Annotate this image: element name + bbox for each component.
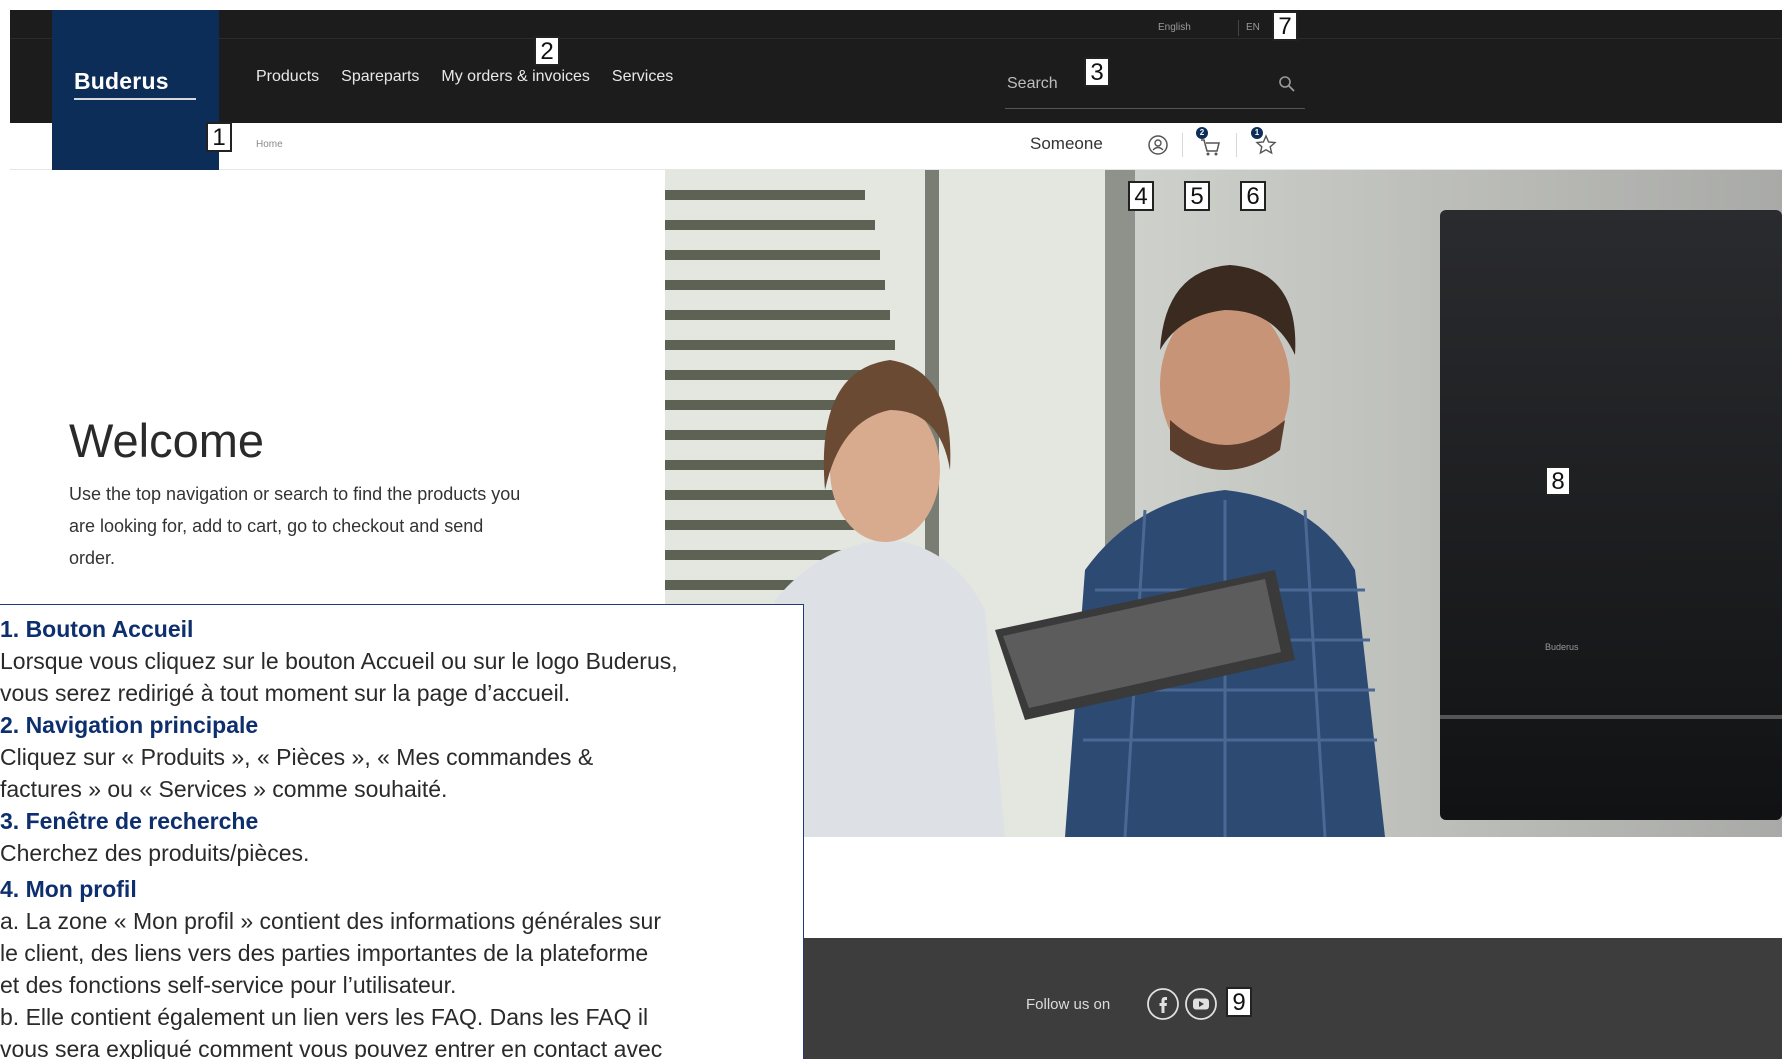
home-logo-button[interactable]: Buderus xyxy=(52,10,219,170)
welcome-line: Use the top navigation or search to find… xyxy=(69,484,521,504)
marker-6: 6 xyxy=(1240,181,1266,211)
nav-item-orders-invoices[interactable]: My orders & invoices xyxy=(441,68,590,86)
welcome-line: are looking for, add to cart, go to chec… xyxy=(69,516,484,536)
breadcrumb-home[interactable]: Home xyxy=(256,139,283,150)
icon-divider xyxy=(1182,133,1183,157)
marker-1: 1 xyxy=(206,122,232,152)
marker-4: 4 xyxy=(1128,181,1154,211)
language-label[interactable]: English xyxy=(1158,22,1191,33)
help-text: et des fonctions self-service pour l’uti… xyxy=(0,972,457,998)
wishlist-badge: 1 xyxy=(1251,127,1263,139)
search-box xyxy=(1005,62,1305,109)
top-header: English EN Products Spareparts My orders… xyxy=(10,10,1782,123)
help-text: b. Elle contient également un lien vers … xyxy=(0,1004,649,1030)
hero-boiler-brand: Buderus xyxy=(1545,642,1579,652)
cart-button[interactable]: 2 xyxy=(1192,125,1228,161)
help-heading-3: 3. Fenêtre de recherche xyxy=(0,808,259,834)
logo-text: Buderus xyxy=(74,68,169,94)
icon-divider xyxy=(1236,133,1237,157)
help-heading-2: 2. Navigation principale xyxy=(0,712,259,738)
welcome-line: order. xyxy=(69,548,116,568)
user-name[interactable]: Someone xyxy=(1030,134,1103,154)
sub-header: Home Someone 2 1 xyxy=(10,123,1782,170)
marker-8: 8 xyxy=(1545,466,1571,496)
facebook-icon[interactable] xyxy=(1146,987,1180,1021)
profile-icon[interactable] xyxy=(1144,131,1172,159)
help-text: factures » ou « Services » comme souhait… xyxy=(0,776,448,802)
help-text: Lorsque vous cliquez sur le bouton Accue… xyxy=(0,648,678,674)
language-code[interactable]: EN xyxy=(1246,22,1260,33)
logo-underline xyxy=(74,98,196,100)
help-panel: 1. Bouton Accueil Lorsque vous cliquez s… xyxy=(0,604,804,1059)
help-text: vous serez redirigé à tout moment sur la… xyxy=(0,680,571,706)
main-navigation: Products Spareparts My orders & invoices… xyxy=(256,68,695,86)
welcome-description: Use the top navigation or search to find… xyxy=(69,478,629,574)
search-input[interactable] xyxy=(1005,70,1259,98)
hero-image: Buderus xyxy=(665,170,1782,837)
help-heading-1: 1. Bouton Accueil xyxy=(0,616,194,642)
marker-2: 2 xyxy=(534,36,560,66)
hero-illustration: Buderus xyxy=(665,170,1782,837)
nav-item-products[interactable]: Products xyxy=(256,68,319,86)
help-text: Cherchez des produits/pièces. xyxy=(0,840,310,866)
nav-item-services[interactable]: Services xyxy=(612,68,673,86)
wishlist-button[interactable]: 1 xyxy=(1246,125,1282,161)
cart-badge: 2 xyxy=(1196,127,1208,139)
help-text: le client, des liens vers des parties im… xyxy=(0,940,649,966)
help-text: vous sera expliqué comment vous pouvez e… xyxy=(0,1036,663,1059)
help-text: Cliquez sur « Produits », « Pièces », « … xyxy=(0,744,594,770)
footer: Follow us on xyxy=(802,938,1782,1059)
search-icon[interactable] xyxy=(1277,74,1297,94)
marker-5: 5 xyxy=(1184,181,1210,211)
language-bar-divider xyxy=(10,38,1782,39)
nav-item-spareparts[interactable]: Spareparts xyxy=(341,68,419,86)
marker-3: 3 xyxy=(1084,57,1110,87)
language-separator xyxy=(1238,20,1239,36)
help-heading-4: 4. Mon profil xyxy=(0,876,137,902)
youtube-icon[interactable] xyxy=(1184,987,1218,1021)
follow-us-label: Follow us on xyxy=(1026,996,1111,1013)
welcome-title: Welcome xyxy=(69,414,265,468)
help-text: a. La zone « Mon profil » contient des i… xyxy=(0,908,661,934)
marker-7: 7 xyxy=(1272,11,1298,41)
marker-9: 9 xyxy=(1226,987,1252,1017)
